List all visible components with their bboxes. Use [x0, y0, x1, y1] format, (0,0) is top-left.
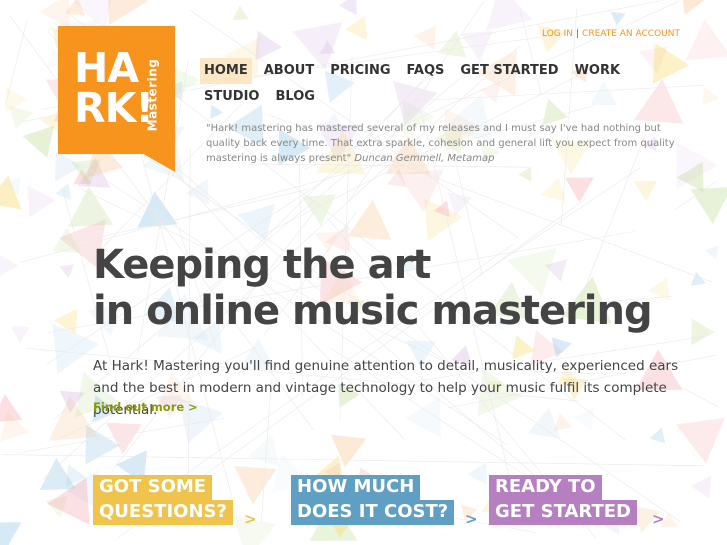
- nav-item-blog[interactable]: BLOG: [271, 84, 318, 110]
- find-out-more-link[interactable]: Find out more >: [93, 400, 198, 414]
- bg-triangle: [702, 87, 720, 106]
- nav-item-work[interactable]: WORK: [571, 58, 624, 84]
- bg-triangle: [301, 194, 337, 226]
- bg-triangle: [541, 177, 566, 202]
- quote-attribution: Duncan Gemmell, Metamap: [354, 153, 495, 164]
- bg-triangle: [649, 427, 666, 444]
- bg-triangle: [685, 19, 727, 61]
- account-links: LOG IN | CREATE AN ACCOUNT: [542, 29, 680, 39]
- hero-headline: Keeping the art in online music masterin…: [93, 242, 693, 334]
- cta-get-started-line1: READY TO: [489, 475, 602, 500]
- bg-triangle: [59, 264, 75, 279]
- cta-questions[interactable]: GOT SOME QUESTIONS? >: [93, 475, 257, 528]
- bg-triangle: [414, 25, 437, 50]
- cta-get-started[interactable]: READY TO GET STARTED >: [489, 475, 665, 528]
- bg-triangle: [0, 522, 22, 545]
- login-link[interactable]: LOG IN: [542, 29, 573, 39]
- cta-pricing-line2: DOES IT COST?: [291, 500, 455, 525]
- bg-line: [4, 19, 28, 106]
- bg-triangle: [633, 180, 658, 202]
- bg-triangle: [691, 318, 715, 346]
- nav-item-home[interactable]: HOME: [200, 58, 252, 84]
- nav-item-get-started[interactable]: GET STARTED: [456, 58, 562, 84]
- nav-item-studio[interactable]: STUDIO: [200, 84, 263, 110]
- bg-triangle: [565, 177, 594, 203]
- headline-line2: in online music mastering: [93, 288, 653, 334]
- bg-triangle: [137, 191, 178, 228]
- create-account-link[interactable]: CREATE AN ACCOUNT: [582, 29, 680, 39]
- bg-triangle: [704, 245, 719, 260]
- nav-item-about[interactable]: ABOUT: [260, 58, 318, 84]
- nav-item-pricing[interactable]: PRICING: [326, 58, 394, 84]
- bg-triangle: [467, 462, 487, 486]
- cta-questions-line1: GOT SOME: [93, 475, 213, 500]
- bg-triangle: [690, 187, 727, 224]
- logo-side-text-wrap: Mastering: [138, 46, 166, 144]
- hark-logo[interactable]: HA RK! Mastering: [58, 26, 175, 154]
- bg-triangle: [0, 254, 19, 276]
- cta-pricing-line1: HOW MUCH: [291, 475, 421, 500]
- bg-triangle: [255, 30, 283, 61]
- bg-triangle: [185, 178, 209, 205]
- cta-get-started-arrow: >: [652, 510, 665, 528]
- bg-triangle: [518, 166, 532, 182]
- bg-triangle: [690, 476, 711, 499]
- bg-triangle: [9, 105, 33, 130]
- bg-triangle: [108, 0, 148, 25]
- cta-pricing[interactable]: HOW MUCH DOES IT COST? >: [291, 475, 478, 528]
- logo-side-text: Mastering: [145, 58, 160, 132]
- testimonial-quote: "Hark! mastering has mastered several of…: [206, 121, 686, 166]
- bg-triangle: [232, 5, 249, 21]
- bg-triangle: [610, 11, 626, 26]
- cta-get-started-line2: GET STARTED: [489, 500, 637, 525]
- cta-questions-line2: QUESTIONS?: [93, 500, 233, 525]
- logo-speech-tail: [140, 152, 175, 172]
- bg-triangle: [27, 185, 56, 218]
- bg-triangle: [338, 0, 357, 16]
- cta-pricing-arrow: >: [465, 510, 478, 528]
- bg-triangle: [68, 186, 114, 227]
- main-nav: HOME ABOUT PRICING FAQS GET STARTED WORK…: [200, 58, 680, 110]
- cta-questions-arrow: >: [244, 510, 257, 528]
- bg-triangle: [234, 466, 277, 505]
- nav-item-faqs[interactable]: FAQS: [403, 58, 449, 84]
- bg-triangle: [682, 0, 705, 15]
- headline-line1: Keeping the art: [93, 242, 431, 288]
- bg-triangle: [486, 0, 533, 31]
- bg-triangle: [675, 417, 725, 464]
- bg-triangle: [22, 125, 54, 158]
- bg-triangle: [247, 434, 279, 467]
- bg-triangle: [345, 15, 368, 41]
- bg-triangle: [11, 325, 31, 343]
- bg-triangle: [347, 199, 392, 240]
- account-separator: |: [576, 29, 580, 39]
